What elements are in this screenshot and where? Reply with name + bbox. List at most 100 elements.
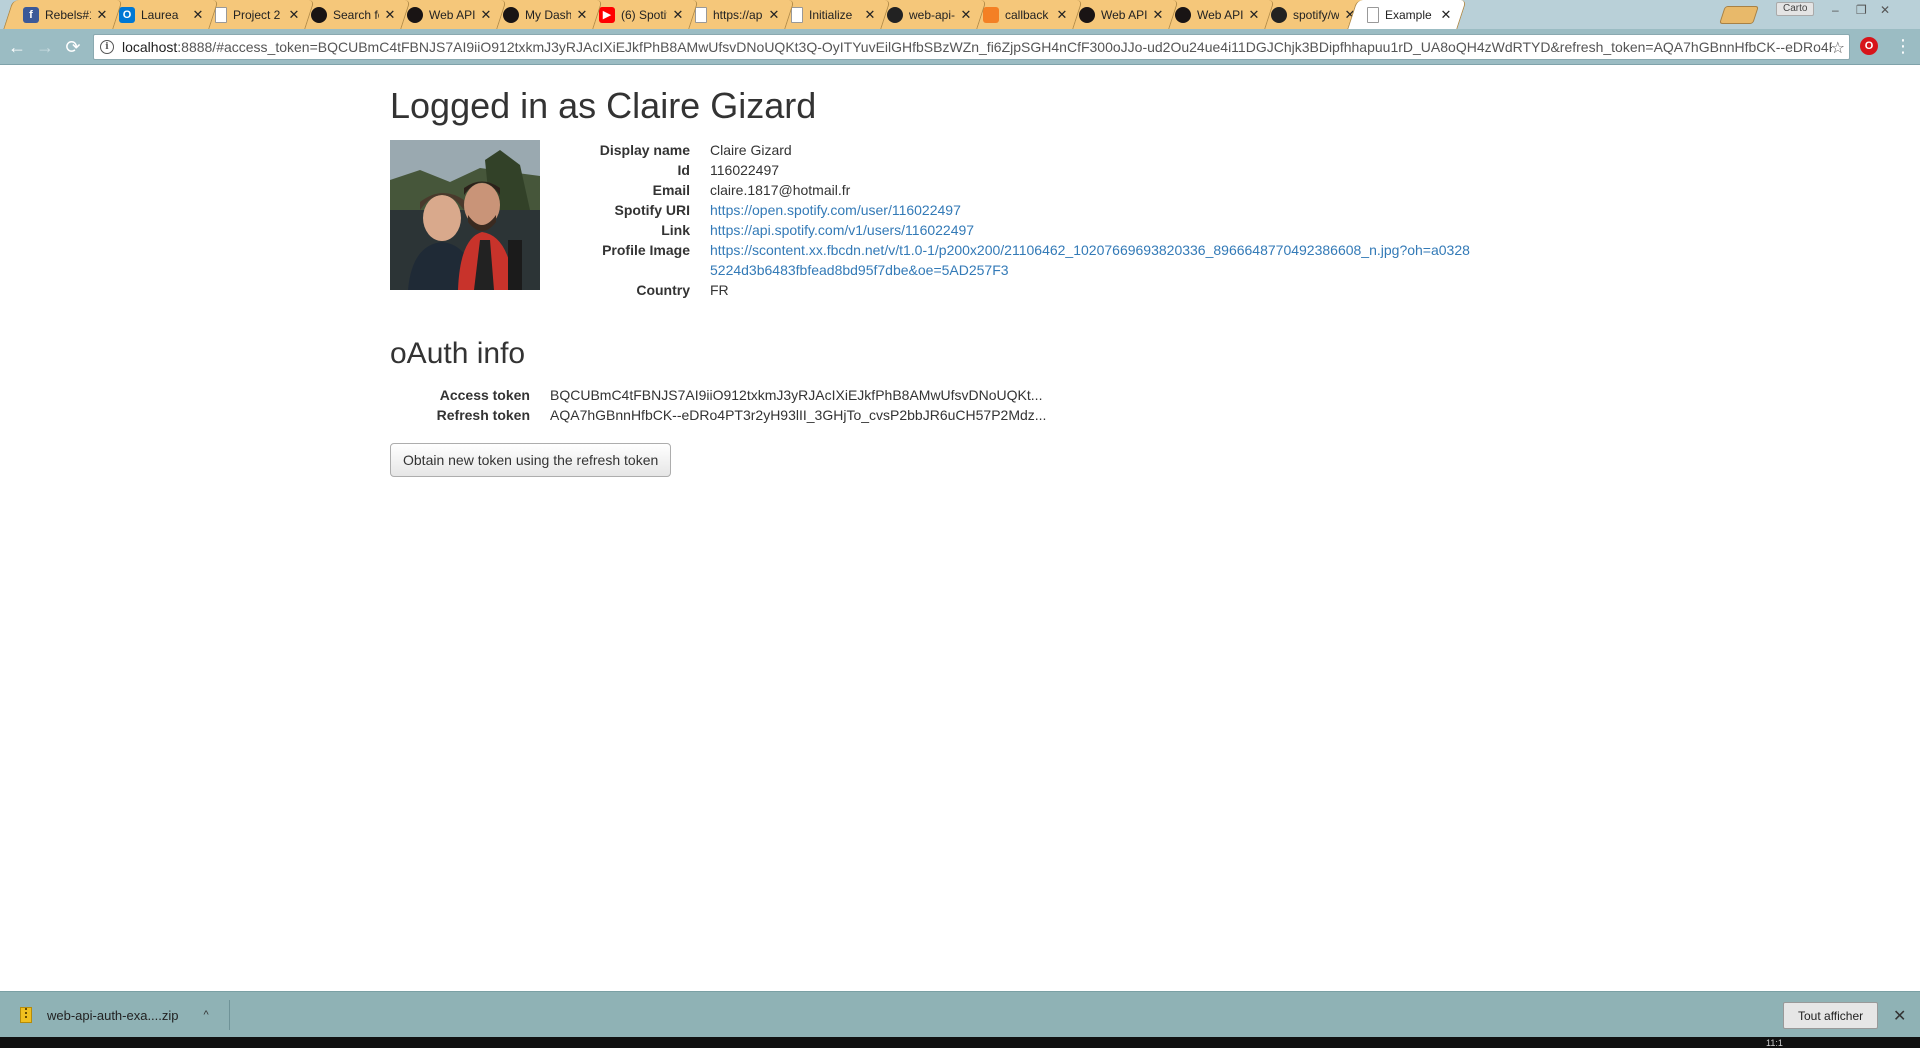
info-icon[interactable]: i [100,40,114,54]
tab-close-icon[interactable]: ✕ [95,7,109,23]
tab-close-icon[interactable]: ✕ [575,7,589,23]
tab-title: Web API [429,7,475,22]
tab-close-icon[interactable]: ✕ [479,7,493,23]
profile-value: claire.1817@hotmail.fr [710,182,851,198]
profile-row: Email claire.1817@hotmail.fr [560,180,1530,200]
profile-link[interactable]: https://scontent.xx.fbcdn.net/v/t1.0-1/p… [710,242,1470,278]
oauth-row: Access token BQCUBmC4tFBNJS7AI9iiO912txkm… [390,385,1290,405]
url-text[interactable]: localhost:8888/#access_token=BQCUBmC4tFB… [122,39,1832,55]
reload-icon[interactable]: ⟳ [62,36,84,58]
shelf-divider [229,1000,230,1030]
profile-link[interactable]: https://open.spotify.com/user/116022497 [710,202,961,218]
back-icon[interactable]: ← [6,36,28,58]
spotify-icon [1175,6,1191,23]
tab-title: (6) Spotify [621,7,667,22]
tab-close-icon[interactable]: ✕ [1247,7,1261,23]
profile-value: Claire Gizard [710,142,792,158]
tab-close-icon[interactable]: ✕ [767,7,781,23]
stackoverflow-icon [983,6,999,23]
tab-inner: f Rebels#1 ✕ [9,0,117,29]
tab[interactable]: Example ✕ [1347,0,1467,29]
close-window-icon[interactable]: ✕ [1880,3,1890,17]
browser-menu-icon[interactable]: ⋮ [1894,37,1912,55]
tab-title: Laurea [141,7,179,22]
spotify-icon [311,6,327,23]
tab-close-icon[interactable]: ✕ [1055,7,1069,23]
document-icon [695,6,707,23]
avatar-photo [390,140,540,290]
profile-label: Profile Image [602,242,690,258]
tab-close-icon[interactable]: ✕ [959,7,973,23]
tab-inner: Example ✕ [1353,0,1461,29]
tab[interactable]: f Rebels#1 ✕ [3,0,123,29]
show-all-downloads-button[interactable]: Tout afficher [1783,1002,1879,1029]
tab-close-icon[interactable]: ✕ [191,7,205,23]
tab-close-icon[interactable]: ✕ [383,7,397,23]
page-title: Logged in as Claire Gizard [390,85,817,126]
new-tab-button[interactable] [1719,6,1759,24]
tab-close-icon[interactable]: ✕ [1439,7,1453,23]
oauth-section-title: oAuth info [390,337,526,370]
profile-value: FR [710,282,729,298]
tab-title: My Dashb [525,7,571,22]
spotify-icon [1079,6,1095,23]
tab-title: callback [1005,7,1049,22]
profile-value: https://open.spotify.com/user/116022497 [710,200,1470,220]
profile-label: Link [661,222,690,238]
profile-label: Id [677,162,690,178]
github-icon [1271,6,1287,23]
zip-file-icon [20,1007,32,1023]
tab-close-icon[interactable]: ✕ [287,7,301,23]
profile-row: Id 116022497 [560,160,1530,180]
profile-details: Display name Claire Gizard Id 116022497 Emai… [560,140,1530,300]
profile-value: https://scontent.xx.fbcdn.net/v/t1.0-1/p… [710,240,1470,280]
browser-toolbar: ← → ⟳ i localhost:8888/#access_token=BQC… [0,29,1920,65]
profile-row: Spotify URI https://open.spotify.com/user… [560,200,1530,220]
tab-title: Web API [1101,7,1147,22]
profile-row: Link https://api.spotify.com/v1/users/116… [560,220,1530,240]
oauth-details: Access token BQCUBmC4tFBNJS7AI9iiO912txkm… [390,385,1290,425]
close-icon[interactable]: ✕ [1893,1006,1906,1026]
profile-value: https://api.spotify.com/v1/users/1160224… [710,220,1470,240]
profile-row: Profile Image https://scontent.xx.fbcdn.n… [560,240,1530,280]
tab-title: Project 2 [233,7,281,22]
chevron-up-icon[interactable]: ^ [204,1009,209,1021]
oauth-token-value: AQA7hGBnnHfbCK--eDRo4PT3r2yH93lII_3GHjTo… [550,407,1047,423]
minimize-icon[interactable]: – [1832,3,1839,17]
profile-badge[interactable]: Carto [1776,2,1815,16]
profile-link[interactable]: https://api.spotify.com/v1/users/1160224… [710,222,974,238]
oauth-token-value: BQCUBmC4tFBNJS7AI9iiO912txkmJ3yRJAcIXiEJ… [550,387,1043,403]
download-shelf: web-api-auth-exa....zip ^ Tout afficher … [0,991,1920,1037]
tab-close-icon[interactable]: ✕ [671,7,685,23]
tab-title: Web API [1197,7,1243,22]
download-item[interactable]: web-api-auth-exa....zip ^ [20,1004,209,1026]
os-taskbar: 11:1 [0,1037,1920,1048]
oauth-row: Refresh token AQA7hGBnnHfbCK--eDRo4PT3r2y… [390,405,1290,425]
profile-label: Spotify URI [614,202,690,218]
profile-row: Display name Claire Gizard [560,140,1530,160]
tab-title: spotify/w [1293,7,1339,22]
outlook-icon: O [119,6,135,23]
tab-close-icon[interactable]: ✕ [1151,7,1165,23]
profile-label: Display name [599,142,690,158]
bookmark-star-icon[interactable]: ☆ [1831,38,1845,58]
profile-value: 116022497 [710,162,780,178]
avatar [390,140,540,290]
forward-icon[interactable]: → [34,36,56,58]
address-bar[interactable]: i localhost:8888/#access_token=BQCUBmC4t… [93,34,1850,60]
github-icon [887,6,903,23]
document-icon [215,6,227,23]
maximize-icon[interactable]: ❐ [1856,3,1867,17]
tab-close-icon[interactable]: ✕ [863,7,877,23]
download-file-name[interactable]: web-api-auth-exa....zip [47,1008,179,1023]
opera-extension-icon[interactable]: O [1860,37,1878,55]
taskbar-clock: 11:1 [1766,1038,1783,1048]
profile-label: Country [636,282,690,298]
tab-title: web-api-a [909,7,955,22]
tab-title: Example [1385,7,1432,22]
oauth-label: Refresh token [436,407,530,423]
refresh-token-button[interactable]: Obtain new token using the refresh token [390,443,672,477]
spotify-icon [503,6,519,23]
tab-strip: Carto – ❐ ✕ f Rebels#1 ✕ O Laurea ✕ Project 2 ✕… [0,0,1920,29]
facebook-icon: f [23,6,39,23]
